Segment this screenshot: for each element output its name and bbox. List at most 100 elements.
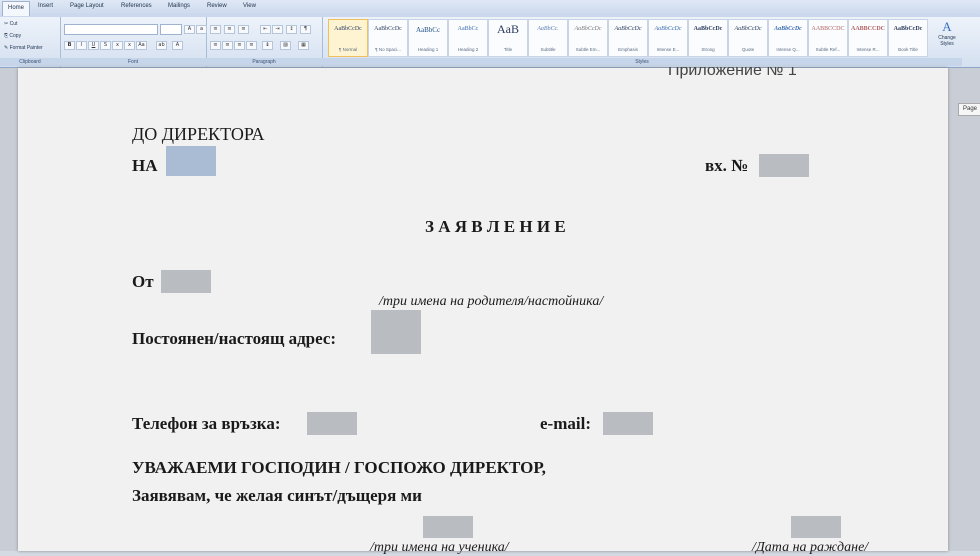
declaration-line: Заявявам, че желая синът/дъщеря ми — [132, 486, 422, 505]
incoming-number-label: вх. № — [705, 156, 749, 175]
parent-name-hint: /три имена на родителя/настойника/ — [379, 294, 604, 309]
paragraph-group: ≡ ≡ ≡ ⇤ ⇥ ↕ ¶ ≡ ≡ ≡ ≡ ↨ ▨ ▦ Paragraph — [206, 17, 323, 67]
style-sample: AaBbCcDc — [334, 26, 362, 32]
tab-review[interactable]: Review — [207, 3, 227, 9]
shading-icon[interactable]: ▨ — [280, 41, 291, 50]
copy-label: Copy — [9, 33, 22, 39]
change-styles-label: Change Styles — [938, 35, 956, 47]
phone-redaction — [307, 412, 357, 435]
style-title[interactable]: AaB Title — [488, 19, 528, 57]
font-color-icon[interactable]: A — [172, 41, 183, 50]
copy-button[interactable]: ⎘ Copy — [4, 33, 21, 39]
clipboard-group-label: Clipboard — [0, 58, 60, 66]
student-name-hint: /три имена на ученика/ — [370, 540, 509, 555]
borders-icon[interactable]: ▦ — [298, 41, 309, 50]
style-name: Heading 2 — [457, 47, 479, 52]
style-sample: AaBbCcDc — [774, 26, 802, 32]
style-subtle-reference[interactable]: AABBCCDC Subtle Ref... — [808, 19, 848, 57]
style-heading-1[interactable]: AaBbCc Heading 1 — [408, 19, 448, 57]
tab-references[interactable]: References — [121, 3, 152, 9]
style-sample: AaBbCcDc — [574, 26, 602, 32]
tab-view[interactable]: View — [243, 3, 256, 9]
style-normal[interactable]: AaBbCcDc ¶ Normal — [328, 19, 368, 57]
style-sample: AaBbCcDc — [374, 26, 402, 32]
cut-button[interactable]: ✂ Cut — [4, 21, 17, 27]
clipboard-group: ✂ Cut ⎘ Copy ✎ Format Painter Clipboard — [0, 17, 61, 67]
style-sample: AaBbCcDc — [654, 26, 682, 32]
greeting-line: УВАЖАЕМИ ГОСПОДИН / ГОСПОЖО ДИРЕКТОР, — [132, 458, 546, 477]
increase-indent-icon[interactable]: ⇥ — [272, 25, 283, 34]
birth-date-hint: /Дата на раждане/ — [752, 540, 869, 555]
style-intense-emphasis[interactable]: AaBbCcDc Intense E... — [648, 19, 688, 57]
tab-home[interactable]: Home — [2, 1, 31, 16]
styles-group-label: Styles — [322, 58, 962, 66]
address-label: Постоянен/настоящ адрес: — [132, 329, 337, 348]
style-emphasis[interactable]: AaBbCcDc Emphasis — [608, 19, 648, 57]
na-label: НА — [132, 156, 158, 175]
multilevel-list-icon[interactable]: ≡ — [238, 25, 249, 34]
strikethrough-icon[interactable]: S — [100, 41, 111, 50]
underline-icon[interactable]: U — [88, 41, 99, 50]
style-sample: AaBbCc. — [537, 26, 559, 32]
style-name: ¶ Normal — [338, 47, 358, 52]
side-tag[interactable]: Page — [958, 103, 980, 116]
style-name: Intense R... — [856, 47, 880, 52]
subscript-icon[interactable]: x — [112, 41, 123, 50]
highlight-icon[interactable]: ab — [156, 41, 167, 50]
style-strong[interactable]: AaBbCcDc Strong — [688, 19, 728, 57]
style-sample: AABBCCDC — [811, 26, 845, 32]
address-redaction — [371, 310, 421, 354]
style-name: ¶ No Spaci... — [375, 47, 401, 52]
italic-icon[interactable]: I — [76, 41, 87, 50]
style-no-spacing[interactable]: AaBbCcDc ¶ No Spaci... — [368, 19, 408, 57]
style-sample: AaBbCcDc — [614, 26, 642, 32]
from-label: От — [132, 272, 154, 291]
align-center-icon[interactable]: ≡ — [222, 41, 233, 50]
style-heading-2[interactable]: AaBbCc Heading 2 — [448, 19, 488, 57]
style-sample: AaBbCcDc — [734, 26, 762, 32]
tab-insert[interactable]: Insert — [38, 3, 53, 9]
email-label: e-mail: — [540, 414, 591, 433]
style-book-title[interactable]: AaBbCcDc Book Title — [888, 19, 928, 57]
font-size-select[interactable] — [160, 24, 182, 35]
style-subtle-emphasis[interactable]: AaBbCcDc Subtle Em... — [568, 19, 608, 57]
style-name: Book Title — [898, 47, 918, 52]
line-spacing-icon[interactable]: ↨ — [262, 41, 273, 50]
bullets-icon[interactable]: ≡ — [210, 25, 221, 34]
font-family-select[interactable] — [64, 24, 158, 35]
show-marks-icon[interactable]: ¶ — [300, 25, 311, 34]
format-painter-button[interactable]: ✎ Format Painter — [4, 45, 43, 51]
align-right-icon[interactable]: ≡ — [234, 41, 245, 50]
style-sample: AaBbCcDc — [693, 26, 723, 32]
style-name: Intense Q... — [776, 47, 800, 52]
change-styles-button[interactable]: A Change Styles — [932, 19, 962, 57]
style-name: Subtle Ref... — [815, 47, 841, 52]
email-redaction — [603, 412, 653, 435]
tab-mailings[interactable]: Mailings — [168, 3, 190, 9]
style-name: Subtitle — [540, 47, 556, 52]
align-left-icon[interactable]: ≡ — [210, 41, 221, 50]
style-subtitle[interactable]: AaBbCc. Subtitle — [528, 19, 568, 57]
document-title: З А Я В Л Е Н И Е — [425, 217, 566, 236]
phone-label: Телефон за връзка: — [132, 414, 281, 433]
numbering-icon[interactable]: ≡ — [224, 25, 235, 34]
tab-page-layout[interactable]: Page Layout — [70, 3, 104, 9]
style-sample: AaBbCc — [457, 26, 479, 32]
style-name: Strong — [701, 47, 715, 52]
superscript-icon[interactable]: x — [124, 41, 135, 50]
school-name-redaction — [166, 146, 216, 176]
decrease-indent-icon[interactable]: ⇤ — [260, 25, 271, 34]
style-name: Emphasis — [618, 47, 638, 52]
grow-font-icon[interactable]: A — [184, 25, 195, 34]
change-case-icon[interactable]: Aa — [136, 41, 147, 50]
ribbon: ✂ Cut ⎘ Copy ✎ Format Painter Clipboard … — [0, 17, 980, 68]
style-intense-reference[interactable]: AABBCCDC Intense R... — [848, 19, 888, 57]
style-quote[interactable]: AaBbCcDc Quote — [728, 19, 768, 57]
parent-name-redaction — [161, 270, 211, 293]
style-name: Quote — [741, 47, 755, 52]
justify-icon[interactable]: ≡ — [246, 41, 257, 50]
bold-icon[interactable]: B — [64, 41, 75, 50]
style-sample: AaB — [497, 22, 519, 36]
sort-icon[interactable]: ↕ — [286, 25, 297, 34]
style-intense-quote[interactable]: AaBbCcDc Intense Q... — [768, 19, 808, 57]
